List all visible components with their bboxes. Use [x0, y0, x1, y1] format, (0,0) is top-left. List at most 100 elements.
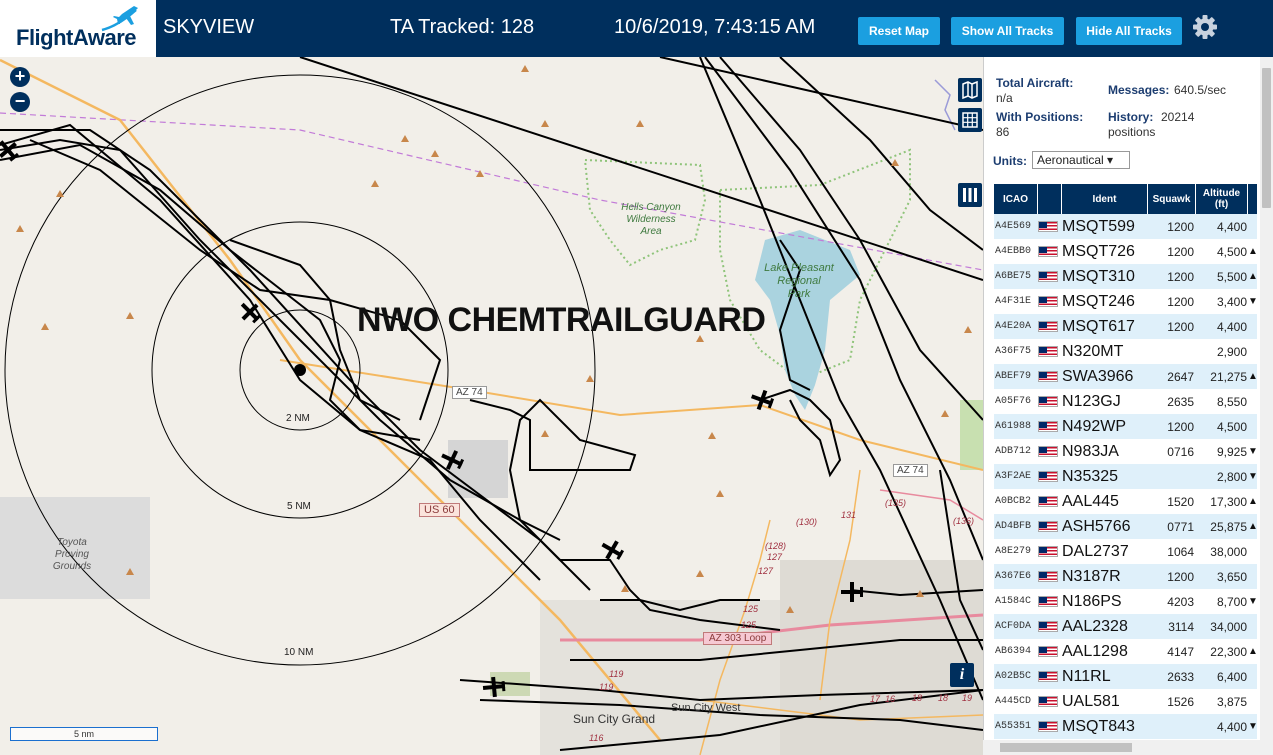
- table-row[interactable]: ADB712 N983JA 0716 9,925 ▼: [994, 439, 1258, 464]
- units-select[interactable]: Aeronautical ▾: [1032, 151, 1130, 169]
- col-ident[interactable]: Ident: [1062, 184, 1148, 214]
- table-row[interactable]: A6BE75 MSQT310 1200 5,500 ▲: [994, 264, 1258, 289]
- history-unit: positions: [1108, 125, 1156, 139]
- icao-cell: A4F31E: [995, 296, 1032, 307]
- altitude-cell: 4,400: [1216, 219, 1247, 234]
- col-squawk[interactable]: Squawk: [1148, 184, 1196, 214]
- col-trend: [1248, 184, 1257, 214]
- table-row[interactable]: A1584C N186PS 4203 8,700 ▼: [994, 589, 1258, 614]
- squawk-cell: 1200: [1167, 244, 1194, 259]
- vertical-scrollbar-thumb[interactable]: [1262, 68, 1271, 208]
- ident-cell: N186PS: [1062, 592, 1122, 610]
- flag-cell: [1038, 496, 1062, 507]
- table-body: A4E569 MSQT599 1200 4,400 A4EBB0 MSQT726 1200 4…: [994, 214, 1258, 739]
- squawk-cell: 0771: [1167, 519, 1194, 534]
- ident-cell: MSQT843: [1062, 717, 1135, 735]
- flag-cell: [1038, 371, 1062, 382]
- us-flag-icon: [1038, 721, 1058, 732]
- squawk-cell: 1520: [1167, 494, 1194, 509]
- table-row[interactable]: AB6394 AAL1298 4147 22,300 ▲: [994, 639, 1258, 664]
- info-button[interactable]: i: [950, 663, 974, 687]
- squawk-cell: 1200: [1167, 569, 1194, 584]
- ident-cell: MSQT246: [1062, 292, 1135, 310]
- column-toggle-button[interactable]: [958, 183, 982, 207]
- squawk-cell: 1200: [1167, 294, 1194, 309]
- show-all-tracks-button[interactable]: Show All Tracks: [951, 17, 1064, 45]
- table-row[interactable]: A3F2AE N35325 2,800 ▼: [994, 464, 1258, 489]
- table-row[interactable]: ABEF79 SWA3966 2647 21,275 ▲: [994, 364, 1258, 389]
- squawk-cell: 1200: [1167, 419, 1194, 434]
- messages-label: Messages:: [1108, 83, 1170, 97]
- aircraft-table: ICAO Ident Squawk Altitude (ft) A4E569 MS…: [994, 184, 1258, 739]
- horizontal-scrollbar-thumb[interactable]: [1000, 743, 1132, 752]
- col-flag[interactable]: [1038, 184, 1062, 214]
- us-flag-icon: [1038, 546, 1058, 557]
- track-line[interactable]: [659, 57, 983, 131]
- table-row[interactable]: A8E279 DAL2737 1064 38,000: [994, 539, 1257, 564]
- grid-toggle-button[interactable]: [958, 108, 982, 132]
- trend-cell: ▼: [1248, 446, 1258, 457]
- squawk-cell: 1200: [1167, 269, 1194, 284]
- map-layer-button[interactable]: [958, 78, 982, 102]
- trend-cell: ▲: [1248, 371, 1258, 382]
- icao-cell: A4E20A: [995, 321, 1032, 332]
- table-row[interactable]: A4E20A MSQT617 1200 4,400: [994, 314, 1257, 339]
- altitude-cell: 4,400: [1216, 719, 1247, 734]
- road-label-az303: AZ 303 Loop: [703, 632, 773, 645]
- table-row[interactable]: A445CD UAL581 1526 3,875: [994, 689, 1257, 714]
- ident-cell: N123GJ: [1062, 392, 1121, 410]
- reset-map-button[interactable]: Reset Map: [858, 17, 940, 45]
- table-row[interactable]: A4EBB0 MSQT726 1200 4,500 ▲: [994, 239, 1258, 264]
- table-row[interactable]: ACF0DA AAL2328 3114 34,000: [994, 614, 1257, 639]
- place-label-sun-city-grand: Sun City Grand: [573, 712, 656, 726]
- zoom-in-button[interactable]: +: [10, 67, 30, 87]
- flag-cell: [1038, 221, 1062, 232]
- ident-cell: AAL2328: [1062, 617, 1128, 635]
- icao-cell: A55351: [995, 721, 1032, 732]
- altitude-cell: 2,800: [1216, 469, 1247, 484]
- col-icao[interactable]: ICAO: [994, 184, 1038, 214]
- ident-cell: N11RL: [1062, 667, 1111, 685]
- icao-cell: A1584C: [995, 596, 1032, 607]
- top-header: FlightAware SKYVIEW TA Tracked: 128 10/6…: [0, 0, 1273, 57]
- table-row[interactable]: A367E6 N3187R 1200 3,650: [994, 564, 1257, 589]
- zoom-out-button[interactable]: −: [10, 92, 30, 112]
- table-row[interactable]: A61988 N492WP 1200 4,500: [994, 414, 1257, 439]
- hide-all-tracks-button[interactable]: Hide All Tracks: [1076, 17, 1182, 45]
- trend-cell: ▼: [1248, 471, 1258, 482]
- scale-bar: 5 nm: [10, 727, 158, 741]
- gear-icon[interactable]: [1192, 14, 1218, 40]
- table-row[interactable]: A36F75 N320MT 2,900: [994, 339, 1257, 364]
- flightaware-logo[interactable]: FlightAware: [0, 0, 156, 57]
- track-line[interactable]: [469, 398, 781, 631]
- icao-cell: A05F76: [995, 396, 1032, 407]
- table-row[interactable]: A4E569 MSQT599 1200 4,400: [994, 214, 1257, 239]
- trend-cell: ▲: [1248, 521, 1258, 532]
- us-flag-icon: [1038, 321, 1058, 332]
- aircraft-sidebar: Total Aircraft: n/a With Positions: 86 M…: [983, 57, 1273, 755]
- place-label-hells-canyon: Hells Canyon Wilderness Area: [621, 202, 681, 237]
- icao-cell: A4EBB0: [995, 246, 1032, 257]
- track-line[interactable]: [29, 139, 442, 421]
- table-row[interactable]: A0BCB2 AAL445 1520 17,300 ▲: [994, 489, 1258, 514]
- table-row[interactable]: A55351 MSQT843 4,400 ▼: [994, 714, 1258, 739]
- map-canvas[interactable]: [0, 57, 983, 755]
- track-line[interactable]: [719, 57, 983, 421]
- table-row[interactable]: A4F31E MSQT246 1200 3,400 ▼: [994, 289, 1258, 314]
- col-altitude[interactable]: Altitude (ft): [1196, 184, 1248, 214]
- us-flag-icon: [1038, 221, 1058, 232]
- altitude-cell: 3,650: [1216, 569, 1247, 584]
- track-line[interactable]: [779, 57, 983, 251]
- track-line[interactable]: [299, 57, 983, 281]
- flag-cell: [1038, 721, 1062, 732]
- tracked-count: TA Tracked: 128: [390, 16, 535, 38]
- table-row[interactable]: A02B5C N11RL 2633 6,400: [994, 664, 1257, 689]
- flag-cell: [1038, 446, 1062, 457]
- us-flag-icon: [1038, 471, 1058, 482]
- table-row[interactable]: A05F76 N123GJ 2635 8,550: [994, 389, 1257, 414]
- ident-cell: N983JA: [1062, 442, 1119, 460]
- map-view[interactable]: 2 NM 5 NM 10 NM Hells Canyon Wilderness Ar…: [0, 57, 983, 755]
- flag-cell: [1038, 346, 1062, 357]
- ident-cell: N35325: [1062, 467, 1119, 485]
- table-row[interactable]: AD4BFB ASH5766 0771 25,875 ▲: [994, 514, 1258, 539]
